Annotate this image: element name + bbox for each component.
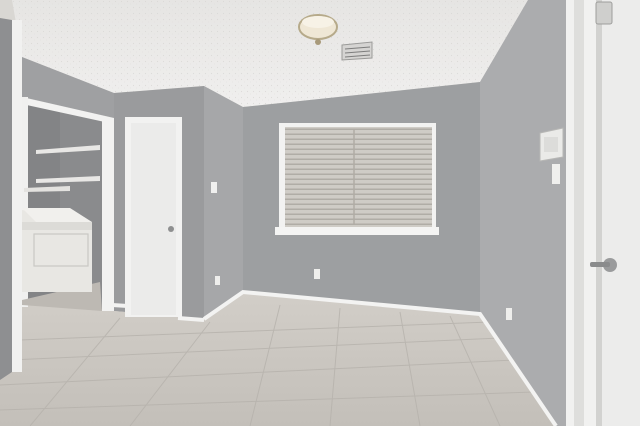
door-stop-icon [595,1,613,25]
wall-outlet [215,276,220,285]
room-photo [0,0,640,426]
washer-icon [22,208,92,292]
wall-outlet [506,308,512,320]
thermostat-icon[interactable] [539,127,564,162]
entry-door[interactable] [566,0,640,426]
light-switch[interactable] [211,182,217,193]
near-left-wall [0,18,12,380]
vent-icon [341,41,373,61]
window-with-blinds [275,123,439,235]
wall-outlet [314,269,320,279]
door-knob-icon[interactable] [168,226,174,232]
closet-door[interactable] [125,117,182,317]
left-wall-section [204,86,243,319]
light-switch[interactable] [552,164,560,184]
